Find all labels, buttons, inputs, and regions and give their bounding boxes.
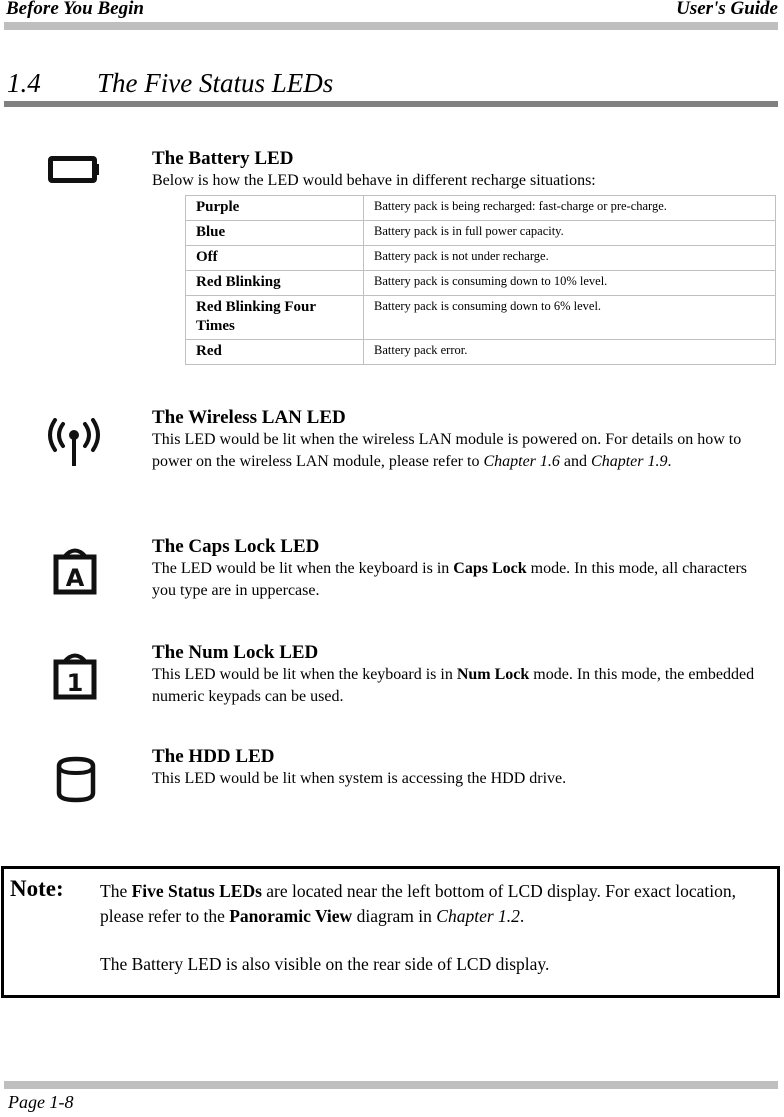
table-row: Blue Battery pack is in full power capaci…	[185, 220, 776, 246]
wireless-antenna-icon	[48, 418, 100, 466]
running-header-right: User's Guide	[676, 0, 778, 19]
table-row: Red Blinking Battery pack is consuming do…	[185, 270, 776, 296]
led-description-cell: Battery pack error.	[363, 339, 776, 365]
numlock-led-description: This LED would be lit when the keyboard …	[152, 666, 755, 705]
note-paragraph: The Five Status LEDs are located near th…	[100, 881, 737, 926]
section-title-text: The Five Status LEDs	[97, 68, 334, 98]
running-header-left: Before You Begin	[6, 0, 144, 19]
table-row: Red Battery pack error.	[185, 339, 776, 365]
numlock-led-section: The Num Lock LED This LED would be lit w…	[152, 642, 770, 708]
table-row: Red Blinking Four Times Battery pack is c…	[185, 295, 776, 340]
capslock-led-title: The Caps Lock LED	[152, 536, 320, 557]
wireless-led-section: The Wireless LAN LED This LED would be l…	[152, 407, 770, 473]
svg-text:1: 1	[67, 669, 84, 697]
note-text: The Five Status LEDs are located near th…	[100, 879, 757, 977]
hdd-led-description: This LED would be lit when system is acc…	[152, 770, 567, 787]
header-rule	[4, 22, 778, 30]
led-state-cell: Red Blinking	[185, 270, 364, 296]
led-description-cell: Battery pack is consuming down to 10% le…	[363, 270, 776, 296]
led-state-cell: Purple	[185, 195, 364, 221]
led-description-cell: Battery pack is being recharged: fast-ch…	[363, 195, 776, 221]
hdd-cylinder-icon	[56, 756, 96, 803]
chapter-reference: Chapter 1.9	[591, 453, 668, 470]
battery-icon	[48, 156, 99, 183]
led-description-cell: Battery pack is in full power capacity.	[363, 220, 776, 246]
chapter-reference: Chapter 1.6	[483, 453, 560, 470]
chapter-reference: Chapter 1.2	[436, 906, 520, 926]
page-number: Page 1-8	[8, 1092, 74, 1112]
led-description-cell: Battery pack is not under recharge.	[363, 245, 776, 271]
wireless-led-title: The Wireless LAN LED	[152, 407, 346, 428]
footer-rule	[4, 1081, 778, 1089]
section-rule	[4, 101, 778, 107]
table-row: Off Battery pack is not under recharge.	[185, 245, 776, 271]
section-number: 1.4	[7, 68, 41, 98]
led-state-cell: Red Blinking Four Times	[185, 295, 364, 340]
note-label: Note:	[10, 876, 64, 901]
note-paragraph: The Battery LED is also visible on the r…	[100, 954, 550, 974]
num-lock-icon: 1	[53, 653, 97, 700]
section-title: 1.4 The Five Status LEDs	[7, 68, 333, 99]
hdd-led-title: The HDD LED	[152, 746, 275, 767]
capslock-led-description: The LED would be lit when the keyboard i…	[152, 560, 747, 599]
battery-led-section: The Battery LED Below is how the LED wou…	[152, 148, 770, 192]
led-state-cell: Red	[185, 339, 364, 365]
table-row: Purple Battery pack is being recharged: f…	[185, 195, 776, 221]
battery-led-table: Purple Battery pack is being recharged: f…	[185, 195, 776, 365]
caps-lock-icon: A	[53, 548, 97, 595]
hdd-led-section: The HDD LED This LED would be lit when s…	[152, 746, 770, 790]
capslock-led-section: The Caps Lock LED The LED would be lit w…	[152, 536, 770, 602]
led-state-cell: Off	[185, 245, 364, 271]
wireless-led-description: This LED would be lit when the wireless …	[152, 431, 742, 470]
note-box: Note: The Five Status LEDs are located n…	[1, 866, 780, 998]
led-state-cell: Blue	[185, 220, 364, 246]
led-description-cell: Battery pack is consuming down to 6% lev…	[363, 295, 776, 340]
battery-led-title: The Battery LED	[152, 148, 294, 169]
svg-text:A: A	[66, 564, 85, 592]
battery-led-intro: Below is how the LED would behave in dif…	[152, 172, 596, 189]
numlock-led-title: The Num Lock LED	[152, 642, 319, 663]
